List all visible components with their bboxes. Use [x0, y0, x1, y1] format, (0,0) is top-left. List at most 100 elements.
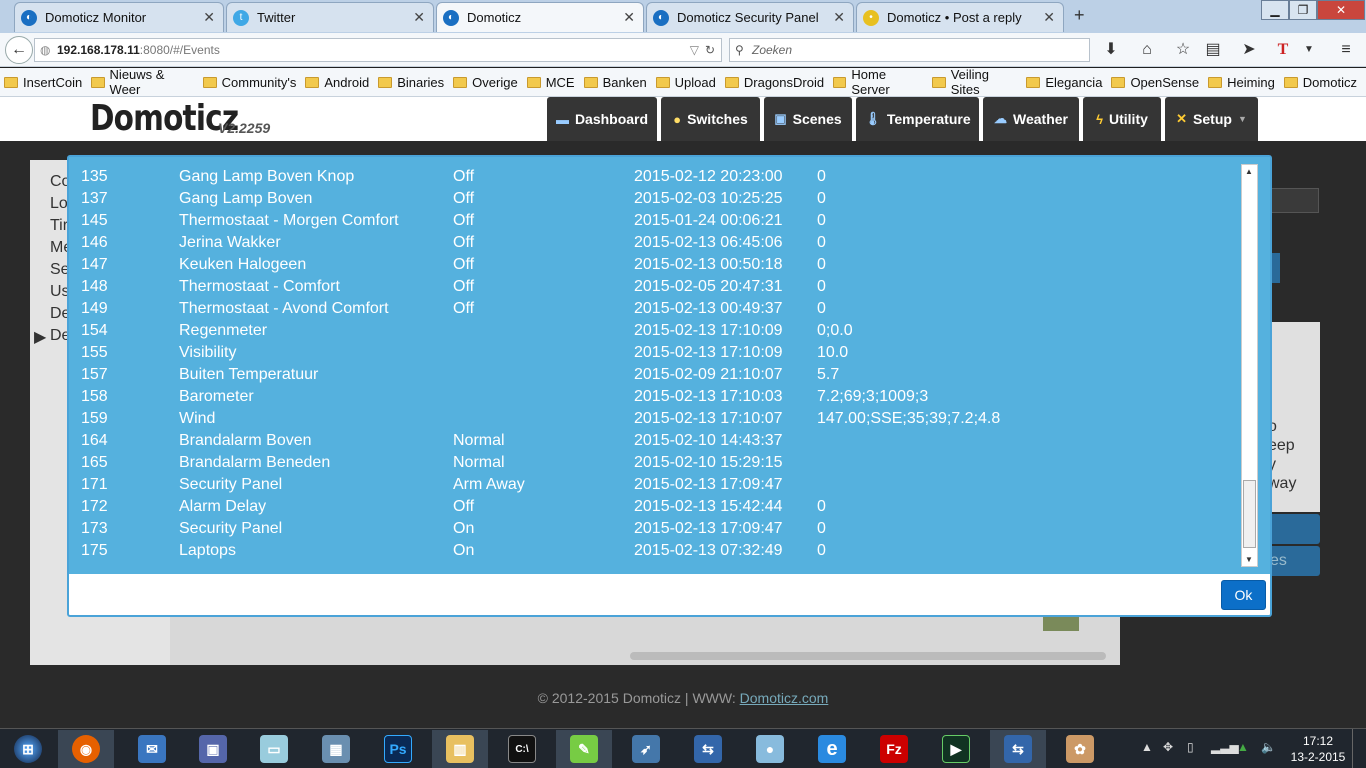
sidebar-fragment[interactable]: Lo: [50, 195, 68, 213]
back-arrow-icon[interactable]: ←: [5, 36, 33, 64]
bookmark-folder[interactable]: Overige: [453, 75, 518, 90]
ok-button[interactable]: Ok: [1221, 580, 1266, 610]
menu-scenes[interactable]: ▣ Scenes: [764, 97, 852, 141]
bookmark-folder[interactable]: Domoticz: [1283, 75, 1357, 90]
home-icon[interactable]: ⌂: [1137, 40, 1157, 60]
horizontal-scrollbar[interactable]: [630, 652, 1106, 660]
scrollbar-thumb[interactable]: [1243, 480, 1256, 548]
device-row: 149 Thermostaat - Avond Comfort Off 2015-02…: [69, 300, 1239, 322]
console-icon[interactable]: ▶: [928, 730, 984, 768]
bookmark-folder[interactable]: Upload: [655, 75, 716, 90]
url-bar[interactable]: ◍ 192.168.178.11:8080/#/Events ▽ ↻: [34, 38, 722, 62]
tab-domoticz-security-panel[interactable]: ◐ Domoticz Security Panel ✕: [646, 2, 854, 32]
close-tab-icon[interactable]: ✕: [413, 9, 425, 26]
tab-post-a-reply[interactable]: • Domoticz • Post a reply ✕: [856, 2, 1064, 32]
show-desktop-button[interactable]: [1352, 729, 1366, 768]
footer-link[interactable]: Domoticz.com: [740, 690, 829, 706]
new-tab-button[interactable]: +: [1074, 5, 1085, 26]
bookmark-folder[interactable]: Nieuws & Weer: [91, 67, 193, 97]
calculator-icon[interactable]: ▦: [308, 730, 364, 768]
bg-button-fragment[interactable]: [1265, 514, 1320, 544]
bookmark-folder[interactable]: Community's: [202, 75, 296, 90]
menu-setup[interactable]: ✕ Setup ▼: [1165, 97, 1258, 141]
translate-t-icon[interactable]: T: [1273, 40, 1293, 60]
maximize-button[interactable]: ❐: [1289, 0, 1317, 20]
menu-label: Dashboard: [574, 111, 649, 127]
bookmark-folder[interactable]: Binaries: [378, 75, 444, 90]
tab-domoticz[interactable]: ◐ Domoticz ✕: [436, 2, 644, 32]
filezilla-icon[interactable]: Fz: [866, 730, 922, 768]
bookmark-folder[interactable]: Android: [305, 75, 369, 90]
menu-utility[interactable]: ϟ Utility: [1083, 97, 1161, 141]
device-last-update: 2015-02-13 06:45:06: [634, 234, 783, 251]
photoshop-icon[interactable]: Ps: [370, 730, 426, 768]
volume-icon[interactable]: 🔈: [1261, 740, 1276, 754]
bookmark-star-icon[interactable]: ☆: [1173, 40, 1193, 60]
trash-icon[interactable]: [1043, 615, 1079, 631]
dropdown-arrow-icon[interactable]: ▽: [690, 39, 699, 61]
system-clock[interactable]: 17:12 13-2-2015: [1290, 733, 1346, 765]
bookmark-folder[interactable]: Heiming: [1208, 75, 1275, 90]
drive-icon[interactable]: ▲: [1237, 740, 1249, 754]
device-last-update: 2015-02-13 07:32:49: [634, 542, 783, 559]
tab-domoticz-monitor[interactable]: ◐ Domoticz Monitor ✕: [14, 2, 224, 32]
paint-icon[interactable]: ✿: [1052, 730, 1108, 768]
disk-utility-icon[interactable]: ▣: [185, 730, 241, 768]
tray-expand-icon[interactable]: ▲: [1141, 740, 1153, 754]
bookmark-folder[interactable]: Elegancia: [1026, 75, 1102, 90]
scroll-down-icon[interactable]: ▼: [1245, 555, 1253, 564]
start-orb-icon[interactable]: ⊞: [0, 730, 56, 768]
network2-icon[interactable]: ⇆: [990, 730, 1046, 768]
firefox-icon[interactable]: ◉: [58, 730, 114, 768]
close-tab-icon[interactable]: ✕: [1043, 9, 1055, 26]
network-icon[interactable]: ⇆: [680, 730, 736, 768]
cmd-icon[interactable]: C:\: [494, 730, 550, 768]
notepad-plus-icon[interactable]: ✎: [556, 730, 612, 768]
menu-label: Weather: [1013, 111, 1068, 127]
scenes-icon: ▣: [774, 111, 787, 126]
device-last-update: 2015-02-13 17:10:07: [634, 410, 783, 427]
explorer-icon[interactable]: ▥: [432, 730, 488, 768]
reload-icon[interactable]: ↻: [705, 39, 715, 61]
menu-switches[interactable]: ● Switches: [661, 97, 760, 141]
send-icon[interactable]: ➤: [1239, 40, 1259, 60]
bookmark-folder[interactable]: InsertCoin: [4, 75, 82, 90]
search-input[interactable]: ⚲ Zoeken: [729, 38, 1090, 62]
bookmark-folder[interactable]: MCE: [526, 75, 575, 90]
device-last-update: 2015-02-13 17:10:09: [634, 344, 783, 361]
lamp-icon[interactable]: ●: [742, 730, 798, 768]
minimize-button[interactable]: ▁: [1261, 0, 1289, 20]
close-tab-icon[interactable]: ✕: [203, 9, 215, 26]
reader-icon[interactable]: ▤: [1203, 40, 1223, 60]
close-tab-icon[interactable]: ✕: [833, 9, 845, 26]
menu-weather[interactable]: ☁ Weather: [983, 97, 1079, 141]
addon-dropdown-icon[interactable]: ▼: [1299, 40, 1319, 60]
signal-icon[interactable]: ▂▃▅: [1211, 740, 1239, 754]
device-row: 137 Gang Lamp Boven Off 2015-02-03 10:25:25…: [69, 190, 1239, 212]
menu-temperature[interactable]: 🌡 Temperature: [856, 97, 979, 141]
close-window-button[interactable]: ✕: [1317, 0, 1365, 20]
bookmark-folder[interactable]: OpenSense: [1111, 75, 1199, 90]
download-icon[interactable]: ⬇: [1101, 40, 1121, 60]
menu-hamburger-icon[interactable]: ≡: [1336, 40, 1356, 60]
bookmark-folder[interactable]: DragonsDroid: [724, 75, 824, 90]
usb-icon[interactable]: ▯: [1187, 740, 1194, 754]
dropbox-icon[interactable]: ✥: [1163, 740, 1173, 754]
expand-triangle-icon[interactable]: ▶: [34, 327, 46, 347]
tab-twitter[interactable]: t Twitter ✕: [226, 2, 434, 32]
bookmark-folder[interactable]: Home Server: [833, 67, 923, 97]
bookmark-folder[interactable]: Banken: [583, 75, 647, 90]
bg-button-fragment[interactable]: es: [1265, 546, 1320, 576]
close-tab-icon[interactable]: ✕: [623, 9, 635, 26]
notepad-icon[interactable]: ▭: [246, 730, 302, 768]
device-status: Off: [453, 300, 475, 317]
device-last-update: 2015-02-10 14:43:37: [634, 432, 783, 449]
ie-icon[interactable]: e: [804, 730, 860, 768]
remote-icon[interactable]: ➶: [618, 730, 674, 768]
sidebar-fragment[interactable]: Tir: [50, 217, 68, 235]
menu-label: Setup: [1193, 111, 1232, 127]
scroll-up-icon[interactable]: ▲: [1245, 167, 1253, 176]
thunderbird-icon[interactable]: ✉: [124, 730, 180, 768]
bookmark-folder[interactable]: Veiling Sites: [932, 67, 1017, 97]
menu-dashboard[interactable]: ▬ Dashboard: [547, 97, 657, 141]
